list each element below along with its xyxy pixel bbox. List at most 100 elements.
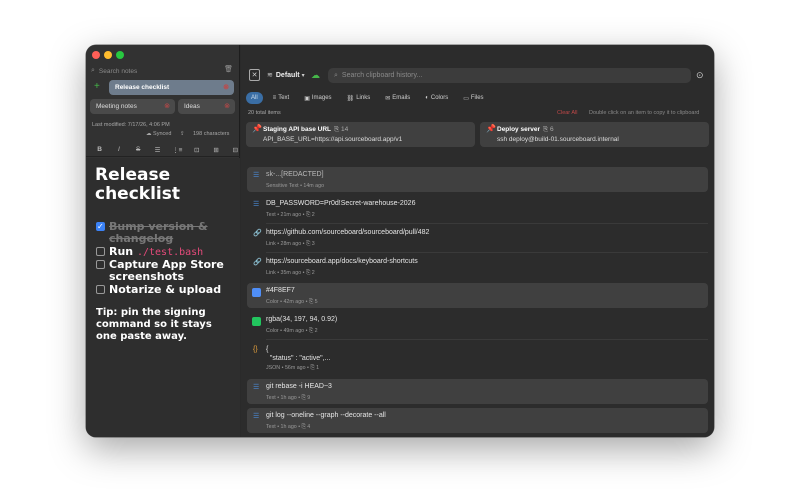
clipboard-item-meta: Text • 1h ago • ⎘ 4 — [266, 424, 310, 431]
clipboard-item-title: sk-...[REDACTED] — [266, 171, 324, 178]
minimize-window-button[interactable] — [104, 51, 112, 59]
filter-emails[interactable]: ✉ Emails — [380, 92, 415, 104]
share-icon[interactable]: ⇪ — [180, 131, 185, 137]
bold-button[interactable]: B — [95, 146, 104, 153]
clipboard-item[interactable]: ☰ DB_PASSWORD=Pr0d!Secret-warehouse-2026 T… — [247, 196, 708, 221]
pinned-value: API_BASE_URL=https://api.sourceboard.app… — [263, 136, 403, 143]
italic-button[interactable]: I — [114, 146, 123, 153]
trash-icon[interactable]: 🗑 — [224, 65, 233, 73]
clipboard-item[interactable]: 🔗 https://sourceboard.app/docs/keyboard-s… — [247, 254, 708, 279]
bullet-list-button[interactable]: ☰ — [153, 146, 162, 154]
insert-table-button[interactable]: ⊞ — [211, 146, 220, 154]
folder-icon: ▭ — [463, 95, 469, 102]
chevron-down-icon: ▾ — [301, 72, 305, 79]
profile-selector[interactable]: ≋ Default ▾ — [267, 69, 305, 81]
item-time: 14m ago — [303, 183, 325, 189]
note-tab-ideas[interactable]: Ideas ⊗ — [178, 99, 235, 114]
clipboard-item-title: DB_PASSWORD=Pr0d!Secret-warehouse-2026 — [266, 200, 416, 207]
close-window-button[interactable] — [92, 51, 100, 59]
zoom-window-button[interactable] — [116, 51, 124, 59]
unchecked-checkbox[interactable] — [96, 285, 105, 294]
text-lines-icon: ☰ — [253, 384, 260, 391]
checklist-item[interactable]: Bump version & changelog — [96, 221, 240, 245]
unchecked-checkbox[interactable] — [96, 247, 105, 256]
clear-clipboard-icon[interactable]: ✕ — [249, 69, 260, 81]
item-kind: Text — [266, 395, 276, 401]
tip-text[interactable]: Tip: pin the signing command so it stays… — [96, 307, 236, 343]
row-separator — [266, 252, 708, 253]
pin-icon: 📌 — [252, 124, 262, 133]
unchecked-checkbox[interactable] — [96, 260, 105, 269]
palette-icon: ◐ — [425, 95, 429, 101]
clipboard-item-title: { "status" : "active",... — [266, 346, 331, 362]
checklist-item-text[interactable]: Capture App Store screenshots — [96, 259, 240, 283]
copy-count: 4 — [307, 424, 311, 430]
note-tab-meeting-notes[interactable]: Meeting notes ⊗ — [90, 99, 175, 114]
filter-text[interactable]: ≡ Text — [268, 92, 295, 104]
filter-label: Links — [356, 95, 371, 101]
clipboard-item[interactable]: 🔗 https://github.com/sourceboard/sourcebo… — [247, 225, 708, 250]
note-editor[interactable]: Release checklist Bump version & changel… — [86, 158, 240, 437]
notes-search[interactable]: ⌕ Search notes 🗑 — [91, 65, 235, 77]
pinned-item[interactable]: 📌 Staging API base URL ⎘ 14 API_BASE_URL=… — [246, 122, 475, 147]
settings-icon[interactable]: ⊙ — [696, 69, 704, 81]
link-icon: 🔗 — [253, 230, 262, 237]
item-count: 20 total items — [248, 110, 281, 116]
cloud-icon: ☁ — [146, 131, 152, 137]
note-tab-release-checklist[interactable]: Release checklist ⊗ — [109, 80, 234, 95]
checklist-item-text[interactable]: Bump version & changelog — [96, 221, 240, 245]
pinned-title: Deploy server ⎘ 6 — [497, 126, 554, 134]
close-note-icon[interactable]: ⊗ — [164, 102, 170, 110]
clipboard-item[interactable]: ☰ git rebase -i HEAD~3 Text • 1h ago • ⎘ 9 — [247, 379, 708, 404]
clipboard-item-meta: Text • 21m ago • ⎘ 2 — [266, 212, 315, 219]
clipboard-item[interactable]: #4F8EF7 Color • 42m ago • ⎘ 5 — [247, 283, 708, 308]
run-label: Run — [109, 245, 137, 258]
close-note-icon[interactable]: ⊗ — [223, 83, 229, 91]
clipboard-item[interactable]: ☰ sk-...[REDACTED] Sensitive Text • 14m ag… — [247, 167, 708, 192]
search-icon: ⌕ — [334, 71, 338, 79]
clear-all-button[interactable]: Clear All — [557, 110, 577, 116]
app-window: ⌕ Search notes 🗑 + Release checklist ⊗ M… — [86, 45, 714, 437]
clipboard-item[interactable]: ☰ git log --oneline --graph --decorate --… — [247, 408, 708, 433]
clipboard-search[interactable]: ⌕ Search clipboard history... — [328, 68, 691, 83]
clipboard-item-title: #4F8EF7 — [266, 287, 295, 294]
checklist-item-text[interactable]: Notarize & upload — [96, 284, 221, 296]
checked-checkbox[interactable] — [96, 221, 105, 233]
strikethrough-button[interactable]: S — [134, 146, 143, 153]
row-separator — [266, 339, 708, 340]
checklist-button[interactable]: ⋮≡ — [172, 146, 182, 154]
checklist-item[interactable]: Notarize & upload — [96, 284, 221, 296]
copy-count: 2 — [311, 270, 315, 276]
item-time: 21m ago — [280, 212, 302, 218]
filter-links[interactable]: ⛓ Links — [342, 92, 376, 104]
item-kind: Link — [266, 241, 276, 247]
close-note-icon[interactable]: ⊗ — [224, 102, 230, 110]
pinned-item[interactable]: 📌 Deploy server ⎘ 6 ssh deploy@build-01.s… — [480, 122, 709, 147]
character-count: 198 characters — [193, 131, 230, 137]
pinned-title-text: Staging API base URL — [263, 126, 332, 133]
insert-image-button[interactable]: ⊟ — [231, 146, 240, 154]
filter-label: Emails — [392, 95, 411, 101]
clipboard-item-meta: Link • 35m ago • ⎘ 2 — [266, 270, 315, 277]
cloud-upload-icon[interactable]: ☁ — [311, 69, 320, 81]
item-kind: Text — [266, 212, 276, 218]
code-block-button[interactable]: ⊡ — [192, 146, 201, 154]
filter-colors[interactable]: ◐ Colors — [420, 92, 453, 104]
clipboard-item-meta: Link • 28m ago • ⎘ 3 — [266, 241, 315, 248]
add-note-button[interactable]: + — [94, 81, 100, 93]
pinned-title-text: Deploy server — [497, 126, 540, 133]
filter-files[interactable]: ▭ Files — [458, 92, 488, 104]
layers-icon: ≋ — [267, 72, 273, 79]
notes-sidebar: ⌕ Search notes 🗑 + Release checklist ⊗ M… — [86, 45, 240, 437]
item-kind: Sensitive Text — [266, 183, 299, 189]
note-title[interactable]: Release checklist — [95, 166, 235, 204]
notes-search-input[interactable]: Search notes — [99, 68, 137, 75]
filter-all[interactable]: All — [246, 92, 263, 104]
clipboard-search-input[interactable]: Search clipboard history... — [342, 72, 422, 79]
filter-images[interactable]: ▣ Images — [299, 92, 336, 104]
checklist-item[interactable]: Capture App Store screenshots — [96, 259, 240, 283]
clipboard-item-title: git log --oneline --graph --decorate --a… — [266, 412, 386, 419]
clipboard-item[interactable]: {} { "status" : "active",... JSON • 56m ag… — [247, 341, 708, 374]
profile-label: Default — [275, 71, 300, 79]
clipboard-item[interactable]: rgba(34, 197, 94, 0.92) Color • 49m ago •… — [247, 312, 708, 337]
